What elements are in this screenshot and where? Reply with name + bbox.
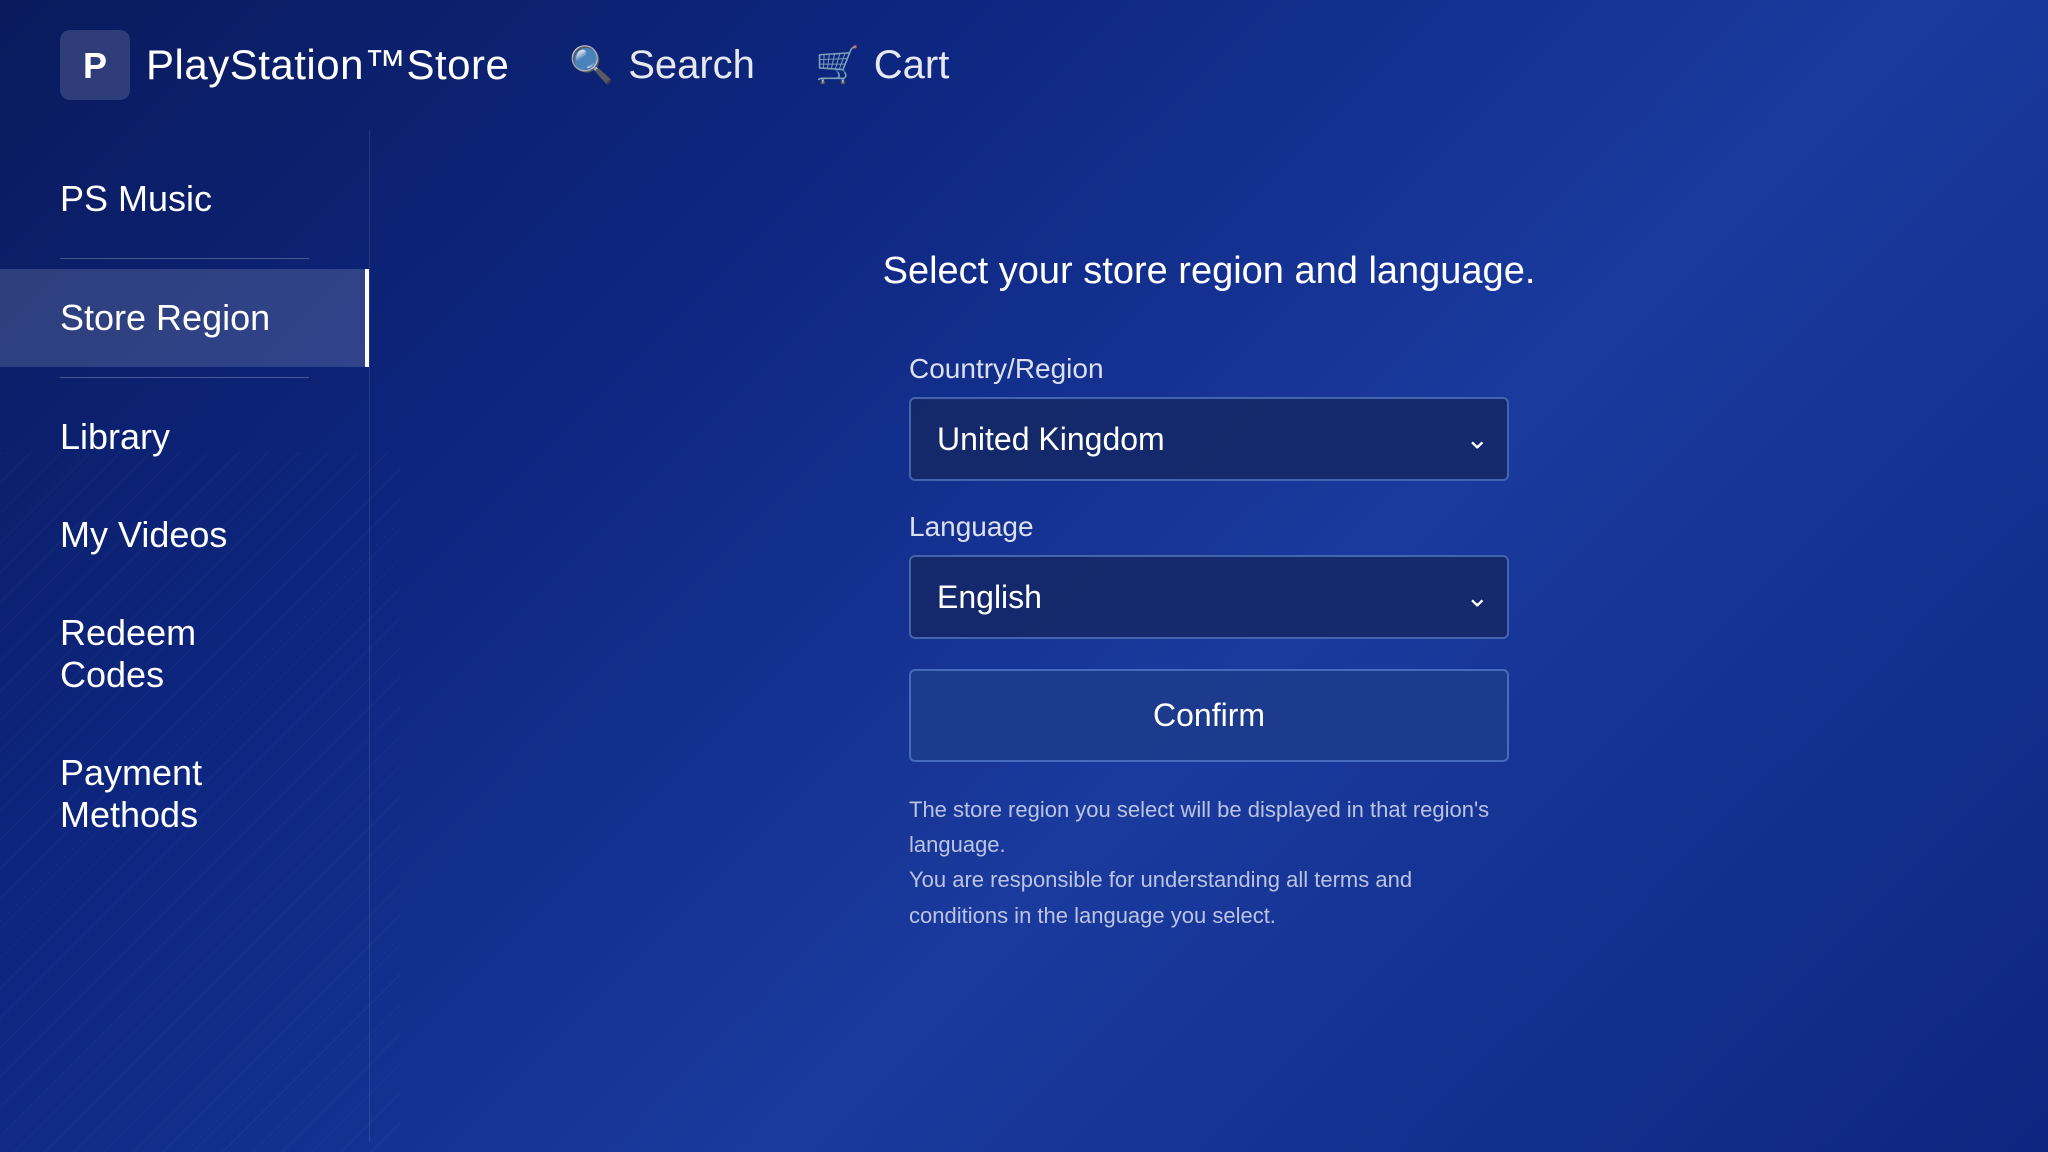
sidebar: PS Music Store Region Library My Videos … [0,130,370,1142]
search-label: Search [628,43,755,88]
country-region-select-wrapper: United Kingdom United States France Germ… [909,397,1509,481]
sidebar-item-library[interactable]: Library [0,388,369,486]
country-region-select[interactable]: United Kingdom United States France Germ… [909,397,1509,481]
playstation-logo: P [60,30,130,100]
language-label: Language [909,511,1509,543]
confirm-button[interactable]: Confirm [909,669,1509,762]
sidebar-item-redeem-codes[interactable]: Redeem Codes [0,584,369,724]
language-select-wrapper: English French German Spanish Italian Ja… [909,555,1509,639]
main-content: Select your store region and language. C… [370,130,2048,1142]
sidebar-item-payment-methods[interactable]: Payment Methods [0,724,369,864]
page-title: Select your store region and language. [883,250,1536,293]
sidebar-item-my-videos[interactable]: My Videos [0,486,369,584]
sidebar-item-ps-music[interactable]: PS Music [0,150,369,248]
disclaimer-line-2: You are responsible for understanding al… [909,867,1412,927]
disclaimer-line-1: The store region you select will be disp… [909,797,1489,857]
disclaimer-text: The store region you select will be disp… [909,792,1509,933]
layout: PS Music Store Region Library My Videos … [0,130,2048,1142]
search-icon: 🔍 [569,44,614,86]
language-select[interactable]: English French German Spanish Italian Ja… [909,555,1509,639]
search-nav[interactable]: 🔍 Search [569,43,755,88]
sidebar-divider-1 [60,258,309,259]
brand: P PlayStation™Store [60,30,509,100]
language-group: Language English French German Spanish I… [909,511,1509,639]
cart-nav[interactable]: 🛒 Cart [815,43,949,88]
country-region-label: Country/Region [909,353,1509,385]
country-region-group: Country/Region United Kingdom United Sta… [909,353,1509,481]
sidebar-item-store-region[interactable]: Store Region [0,269,369,367]
brand-name: PlayStation™Store [146,41,509,89]
store-region-form: Country/Region United Kingdom United Sta… [909,353,1509,933]
sidebar-divider-2 [60,377,309,378]
cart-label: Cart [874,43,950,88]
cart-icon: 🛒 [815,44,860,86]
header: P PlayStation™Store 🔍 Search 🛒 Cart [0,0,2048,130]
svg-text:P: P [83,45,107,86]
